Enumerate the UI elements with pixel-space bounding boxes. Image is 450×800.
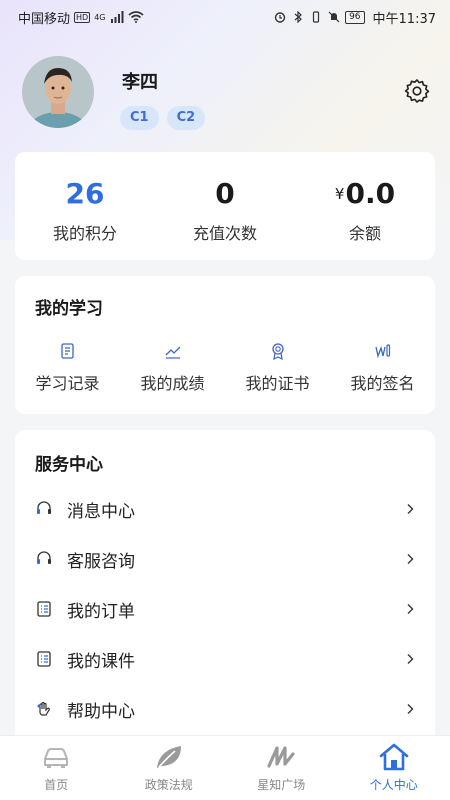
my-study-card: 我的学习 学习记录 我的成绩 我的证书 我的签名 xyxy=(15,276,435,414)
vibrate-icon xyxy=(312,11,320,23)
chart-line-icon xyxy=(165,346,180,359)
level-badge-c1: C1 xyxy=(120,106,159,130)
tab-home-label: 首页 xyxy=(44,778,69,792)
headset-icon xyxy=(37,501,51,514)
tab-plaza[interactable]: 星知广场 xyxy=(225,736,338,800)
alarm-icon xyxy=(274,12,286,23)
help-center-label: 帮助中心 xyxy=(67,701,135,722)
chevron-right-icon xyxy=(407,554,414,564)
battery-indicator: 96 xyxy=(345,10,365,24)
chevron-right-icon xyxy=(407,654,414,664)
carrier-label: 中国移动 xyxy=(18,11,71,27)
chevron-right-icon xyxy=(407,704,414,714)
list-icon xyxy=(37,601,51,617)
study-record-label: 学习记录 xyxy=(35,374,100,393)
tab-profile[interactable]: 个人中心 xyxy=(338,736,450,800)
recharge-count-value: 0 xyxy=(215,177,235,210)
level-badges: C1 C2 xyxy=(120,106,206,130)
message-center-label: 消息中心 xyxy=(67,501,135,522)
network-label: 4G xyxy=(94,12,106,22)
my-scores-item[interactable]: 我的成绩 xyxy=(120,342,225,394)
recharge-count-label: 充值次数 xyxy=(192,224,257,243)
signal-icon xyxy=(110,11,123,23)
home-icon xyxy=(379,743,409,771)
hd-badge: HD xyxy=(74,11,91,23)
headset-icon xyxy=(37,551,51,564)
medal-icon xyxy=(271,343,284,360)
car-icon xyxy=(44,748,69,768)
wifi-icon xyxy=(127,11,144,23)
customer-service-label: 客服咨询 xyxy=(67,551,135,572)
tab-home[interactable]: 首页 xyxy=(0,736,113,800)
help-center-row[interactable]: 帮助中心 xyxy=(15,684,435,734)
hand-icon xyxy=(37,701,50,716)
scribble-icon xyxy=(267,746,295,768)
list-icon xyxy=(37,651,51,667)
balance-amount: 0.0 xyxy=(345,177,396,210)
my-signature-item[interactable]: 我的签名 xyxy=(330,342,435,394)
my-scores-label: 我的成绩 xyxy=(140,374,205,393)
signature-icon xyxy=(374,344,390,359)
record-icon xyxy=(60,343,74,359)
my-courseware-label: 我的课件 xyxy=(67,651,135,672)
stats-card: 26 我的积分 0 充值次数 ¥0.0 余额 xyxy=(15,152,435,260)
gear-icon[interactable] xyxy=(404,78,430,104)
chevron-right-icon xyxy=(407,604,414,614)
avatar[interactable] xyxy=(22,56,94,128)
mute-icon xyxy=(328,11,340,23)
points-label: 我的积分 xyxy=(52,224,117,243)
tab-profile-label: 个人中心 xyxy=(369,778,418,792)
points-stat[interactable]: 26 我的积分 xyxy=(15,152,155,260)
my-signature-label: 我的签名 xyxy=(350,374,415,393)
status-bar: 中国移动 HD 4G 96 中午11:37 xyxy=(0,0,450,34)
my-orders-label: 我的订单 xyxy=(67,601,135,622)
my-certificates-label: 我的证书 xyxy=(245,374,310,393)
balance-stat[interactable]: ¥0.0 余额 xyxy=(295,152,435,260)
user-name: 李四 xyxy=(122,72,158,93)
recharge-stat[interactable]: 0 充值次数 xyxy=(155,152,295,260)
my-certificates-item[interactable]: 我的证书 xyxy=(225,342,330,394)
level-badge-c2: C2 xyxy=(166,106,206,130)
my-study-title: 我的学习 xyxy=(35,299,103,319)
message-center-row[interactable]: 消息中心 xyxy=(15,484,435,534)
service-center-title: 服务中心 xyxy=(35,455,103,475)
balance-label: 余额 xyxy=(348,224,381,243)
points-value: 26 xyxy=(65,177,105,210)
bottom-tab-bar: 首页 政策法规 星知广场 个人中心 xyxy=(0,735,450,800)
my-orders-row[interactable]: 我的订单 xyxy=(15,584,435,634)
clock: 中午11:37 xyxy=(372,11,436,27)
tab-policy-label: 政策法规 xyxy=(144,778,193,792)
currency-symbol: ¥ xyxy=(334,185,345,203)
tab-policy[interactable]: 政策法规 xyxy=(113,736,226,800)
service-center-card: 服务中心 消息中心 客服咨询 我的订单 我的课件 帮助中心 xyxy=(15,430,435,760)
leaf-icon xyxy=(156,746,181,768)
chevron-right-icon xyxy=(407,504,414,514)
bluetooth-icon xyxy=(294,11,302,23)
tab-plaza-label: 星知广场 xyxy=(257,778,306,792)
my-courseware-row[interactable]: 我的课件 xyxy=(15,634,435,684)
customer-service-row[interactable]: 客服咨询 xyxy=(15,534,435,584)
balance-value: ¥0.0 xyxy=(335,178,395,210)
profile-header: 李四 C1 C2 xyxy=(22,56,432,136)
study-record-item[interactable]: 学习记录 xyxy=(15,342,120,394)
